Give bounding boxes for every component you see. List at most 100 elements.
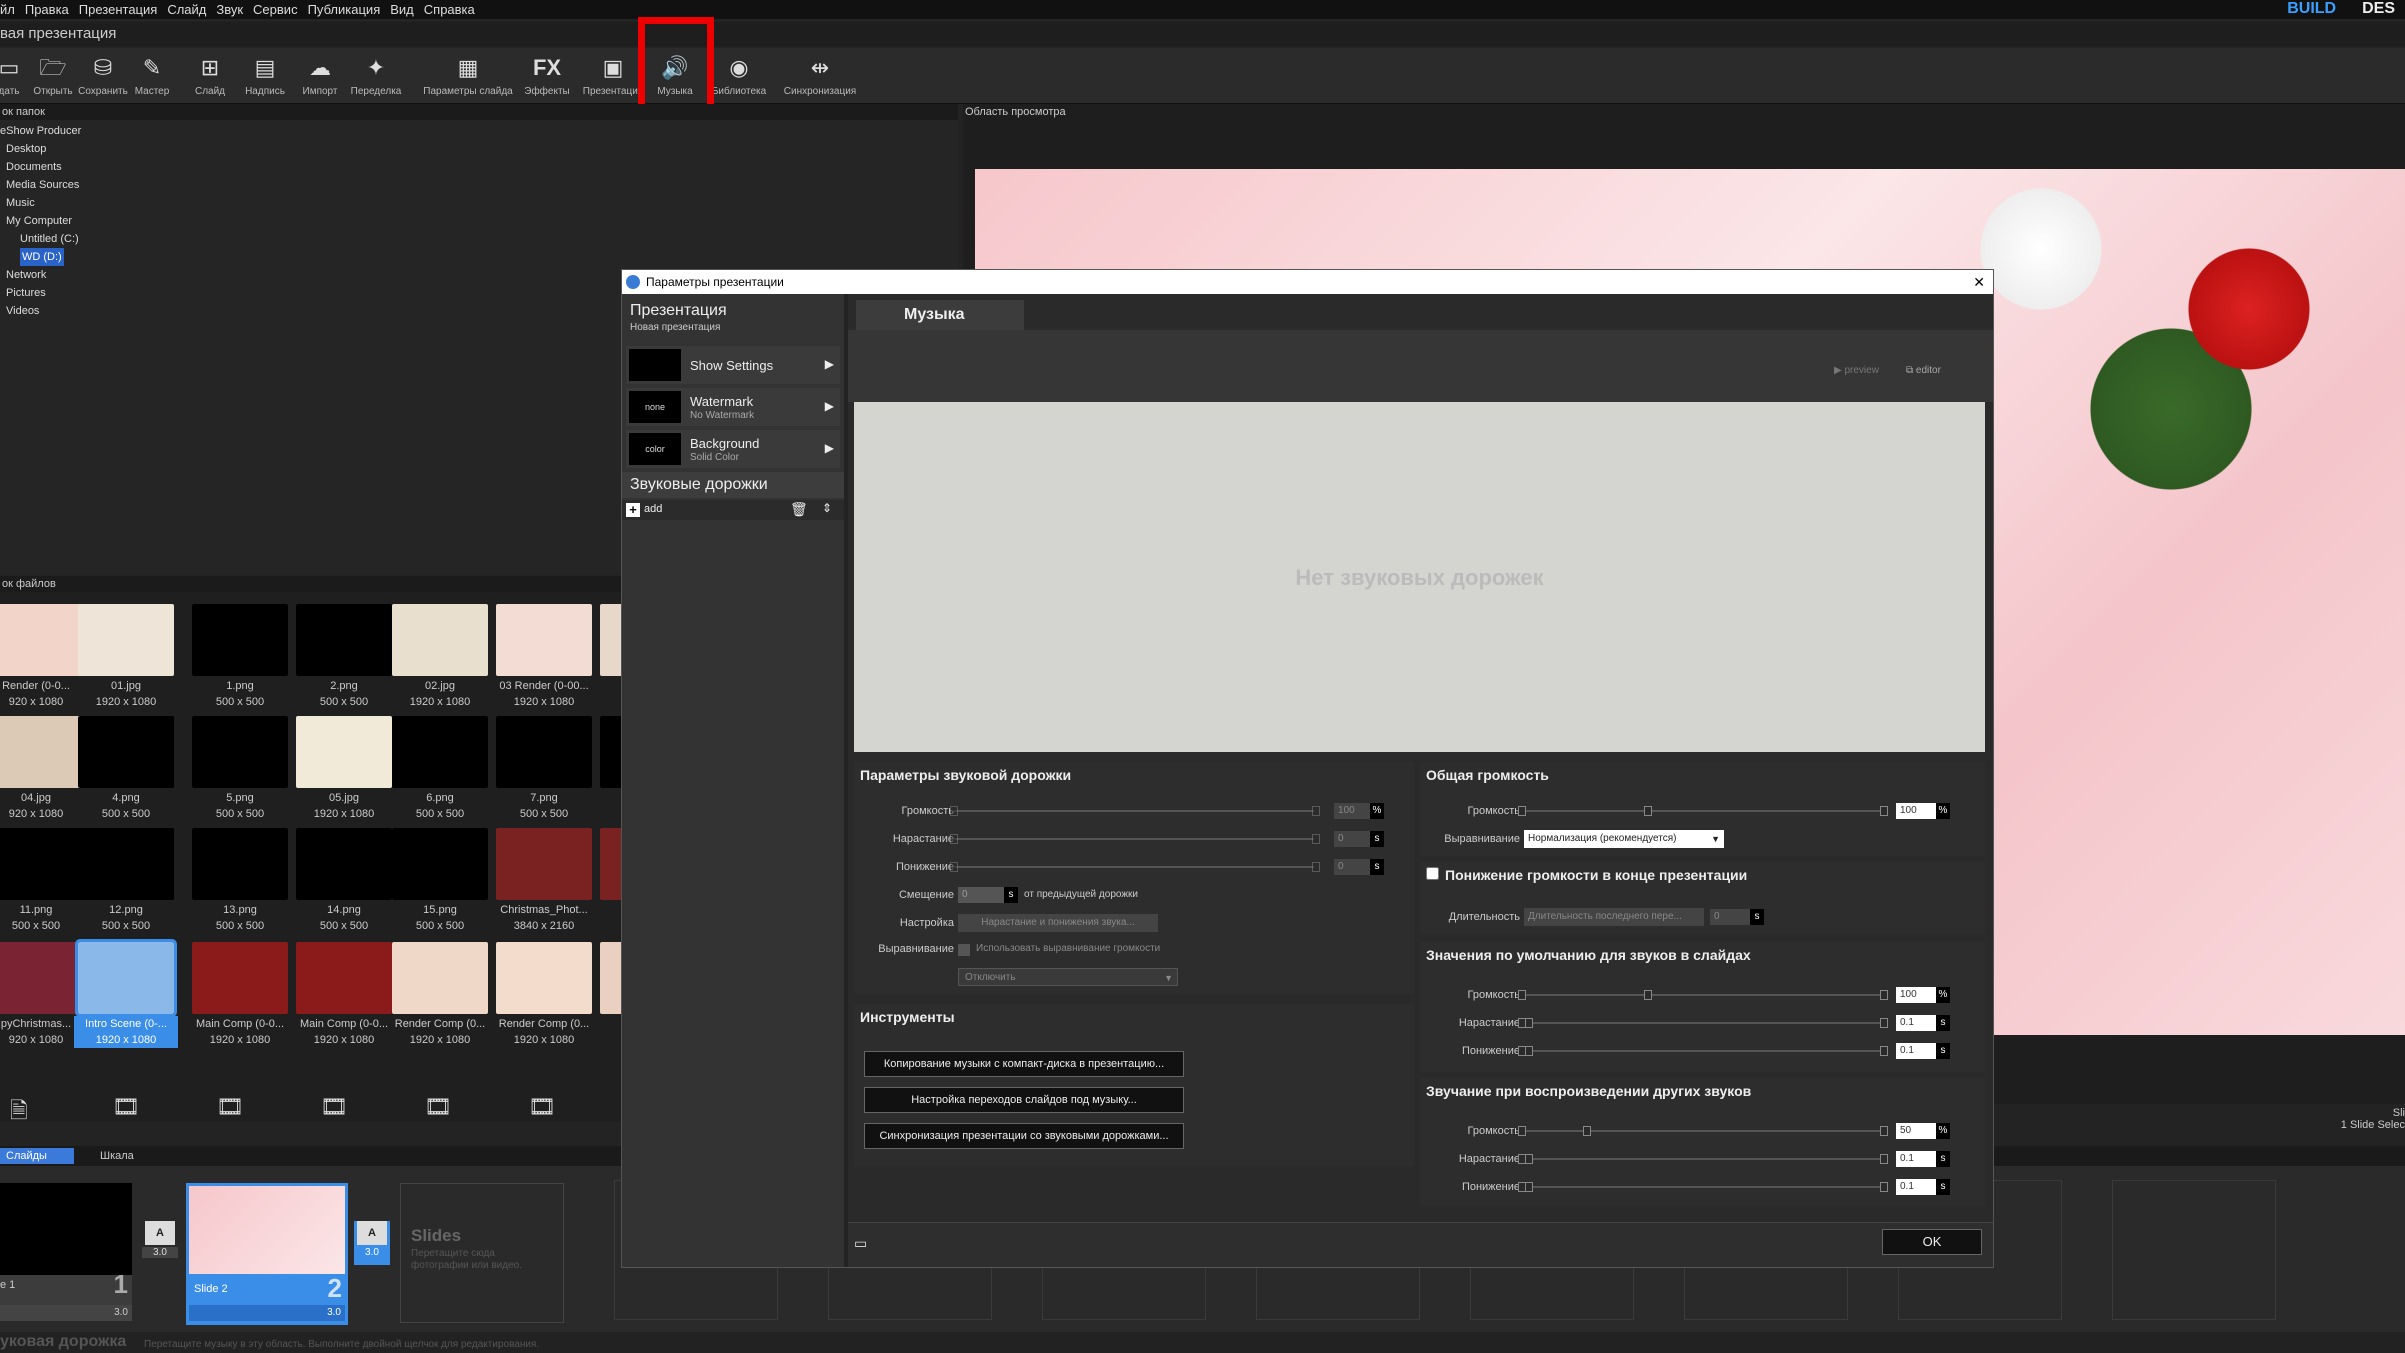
- folder-item[interactable]: My Computer: [0, 212, 958, 230]
- video-file-icon[interactable]: 🎞: [320, 1094, 348, 1120]
- reorder-icon[interactable]: ⇕: [822, 501, 832, 515]
- video-file-icon[interactable]: 🎞: [528, 1094, 556, 1120]
- fadein-slider-knob[interactable]: [950, 834, 958, 844]
- folder-item[interactable]: Media Sources: [0, 176, 958, 194]
- volume-slider-knob[interactable]: [1644, 990, 1652, 1000]
- align-select[interactable]: Отключить ▼: [958, 968, 1178, 986]
- fadeout-input[interactable]: 0: [1334, 859, 1370, 875]
- fade-end-checkbox[interactable]: [1426, 867, 1439, 880]
- volume-slider-knob[interactable]: [1582, 1126, 1591, 1136]
- file-thumbnail[interactable]: [496, 828, 592, 900]
- toolbar-effects-button[interactable]: FX Эффекты: [520, 54, 574, 97]
- menu-edit[interactable]: Правка: [25, 2, 69, 17]
- fadein-slider-knob[interactable]: [1525, 1018, 1534, 1028]
- offset-input[interactable]: 0: [958, 887, 1004, 903]
- toolbar-slide-button[interactable]: ⊞ Слайд: [190, 54, 230, 97]
- transition-2[interactable]: A 3.0: [354, 1221, 390, 1265]
- setting-button[interactable]: Нарастание и понижения звука...: [958, 914, 1158, 932]
- tracks-area[interactable]: Нет звуковых дорожек: [854, 402, 1985, 752]
- file-thumbnail[interactable]: [392, 828, 488, 900]
- file-thumbnail[interactable]: [192, 828, 288, 900]
- toolbar-save-button[interactable]: ⛁ Сохранить: [78, 54, 128, 97]
- menu-publish[interactable]: Публикация: [308, 2, 381, 17]
- toolbar-presentation-button[interactable]: ▣ Презентация: [580, 54, 646, 97]
- fade-duration-select[interactable]: Длительность последнего пере...: [1524, 908, 1704, 926]
- file-thumbnail[interactable]: [192, 604, 288, 676]
- file-thumbnail[interactable]: [392, 942, 488, 1014]
- toolbar-sync-button[interactable]: ⇹ Синхронизация: [778, 54, 862, 97]
- folder-item[interactable]: eShow Producer: [0, 122, 958, 140]
- window-icon[interactable]: ▭: [854, 1235, 867, 1252]
- menu-file[interactable]: йл: [0, 2, 15, 17]
- overall-align-select[interactable]: Нормализация (рекомендуется) ▼: [1524, 830, 1724, 848]
- volume-input[interactable]: 50: [1896, 1123, 1936, 1139]
- slide-1[interactable]: e 1 1 3.0: [0, 1183, 132, 1325]
- file-thumbnail[interactable]: [392, 716, 488, 788]
- fadein-input[interactable]: 0: [1334, 831, 1370, 847]
- sync-tracks-button[interactable]: Синхронизация презентации со звуковыми д…: [864, 1123, 1184, 1149]
- file-thumbnail[interactable]: [296, 942, 392, 1014]
- fadeout-input[interactable]: 0.1: [1896, 1179, 1936, 1195]
- file-thumbnail[interactable]: [496, 716, 592, 788]
- copy-cd-button[interactable]: Копирование музыки с компакт-диска в пре…: [864, 1051, 1184, 1077]
- align-checkbox[interactable]: [958, 944, 970, 956]
- soundtrack-bar[interactable]: уковая дорожка Перетащите музыку в эту о…: [0, 1332, 2405, 1353]
- sidebar-item-watermark[interactable]: none Watermark No Watermark ▶: [626, 388, 840, 426]
- toolbar-slide-options-button[interactable]: ▦ Параметры слайда: [418, 54, 518, 97]
- toolbar-library-button[interactable]: ◉ Библиотека: [706, 54, 772, 97]
- slide-placeholder[interactable]: Slides Перетащите сюда фотографии или ви…: [400, 1183, 564, 1323]
- fadein-slider-knob[interactable]: [1525, 1154, 1534, 1164]
- tab-slides[interactable]: Слайды: [0, 1148, 74, 1164]
- volume-input[interactable]: 100: [1896, 803, 1936, 819]
- add-icon[interactable]: +: [626, 503, 640, 517]
- file-thumbnail[interactable]: [78, 828, 174, 900]
- toolbar-wizard-button[interactable]: ✎ Мастер: [130, 54, 174, 97]
- editor-button[interactable]: ⧉ editor: [1906, 365, 1941, 376]
- file-thumbnail[interactable]: [0, 604, 84, 676]
- sidebar-item-background[interactable]: color Background Solid Color ▶: [626, 430, 840, 468]
- volume-slider-knob[interactable]: [950, 806, 958, 816]
- fadeout-slider-knob[interactable]: [950, 862, 958, 872]
- sidebar-item-show-settings[interactable]: Show Settings ▶: [626, 346, 840, 384]
- video-file-icon[interactable]: 🎞: [216, 1094, 244, 1120]
- file-thumbnail[interactable]: [78, 716, 174, 788]
- file-thumbnail[interactable]: [496, 942, 592, 1014]
- toolbar-import-button[interactable]: ☁ Импорт: [298, 54, 342, 97]
- video-file-icon[interactable]: 🎞: [424, 1094, 452, 1120]
- tab-build[interactable]: BUILD: [2287, 0, 2336, 18]
- fadeout-slider-knob[interactable]: [1525, 1182, 1534, 1192]
- menu-service[interactable]: Сервис: [253, 2, 298, 17]
- menu-slide[interactable]: Слайд: [167, 2, 206, 17]
- file-thumbnail[interactable]: [296, 716, 392, 788]
- file-thumbnail[interactable]: [0, 716, 84, 788]
- tab-timeline[interactable]: Шкала: [80, 1148, 154, 1164]
- video-file-icon[interactable]: 🎞: [112, 1094, 140, 1120]
- slide-2[interactable]: Slide 2 2 3.0: [186, 1183, 348, 1325]
- file-thumbnail[interactable]: [496, 604, 592, 676]
- file-thumbnail[interactable]: [78, 604, 174, 676]
- transition-1[interactable]: A 3.0: [142, 1221, 178, 1265]
- fade-duration-input[interactable]: 0: [1710, 909, 1750, 925]
- toolbar-new-button[interactable]: ▭ дать: [0, 54, 24, 97]
- tab-design[interactable]: DES: [2362, 0, 2395, 18]
- folder-item[interactable]: Untitled (C:): [0, 230, 958, 248]
- toolbar-open-button[interactable]: 🗁 Открыть: [30, 54, 76, 97]
- menu-help[interactable]: Справка: [424, 2, 475, 17]
- fit-transitions-button[interactable]: Настройка переходов слайдов под музыку..…: [864, 1087, 1184, 1113]
- file-thumbnail[interactable]: [392, 604, 488, 676]
- file-thumbnail[interactable]: [0, 828, 84, 900]
- folder-item[interactable]: Documents: [0, 158, 958, 176]
- tab-music[interactable]: Музыка: [856, 300, 1024, 330]
- file-thumbnail[interactable]: [75, 939, 177, 1017]
- menu-view[interactable]: Вид: [390, 2, 414, 17]
- toolbar-caption-button[interactable]: ▤ Надпись: [240, 54, 290, 97]
- fadeout-input[interactable]: 0.1: [1896, 1043, 1936, 1059]
- fadein-input[interactable]: 0.1: [1896, 1151, 1936, 1167]
- menu-presentation[interactable]: Презентация: [79, 2, 158, 17]
- menu-sound[interactable]: Звук: [216, 2, 243, 17]
- folder-item-selected[interactable]: WD (D:): [20, 248, 64, 266]
- folder-item[interactable]: Music: [0, 194, 958, 212]
- fadein-input[interactable]: 0.1: [1896, 1015, 1936, 1031]
- file-thumbnail[interactable]: [192, 716, 288, 788]
- trash-icon[interactable]: 🗑: [790, 501, 808, 518]
